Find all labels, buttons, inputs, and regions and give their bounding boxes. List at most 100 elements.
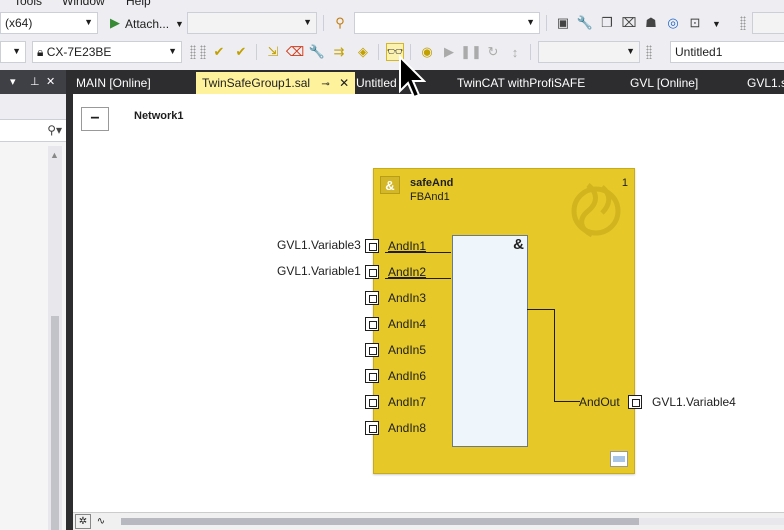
scrollbar-thumb[interactable]	[51, 316, 59, 530]
input-pin-icon[interactable]	[365, 239, 379, 253]
find-in-files-icon[interactable]: ⚲	[331, 14, 349, 32]
input-pin-label[interactable]: AndIn7	[388, 395, 426, 409]
vertical-scrollbar[interactable]: ▲	[48, 146, 62, 530]
export-icon[interactable]: ⇉	[330, 43, 348, 61]
target-icon[interactable]: ◈	[354, 43, 372, 61]
input-pin-icon[interactable]	[365, 317, 379, 331]
input-pin-label[interactable]: AndIn5	[388, 343, 426, 357]
tab-gvl1[interactable]: GVL1.s	[741, 72, 784, 94]
toolbar-separator	[378, 44, 379, 60]
toolbar-separator	[546, 15, 547, 31]
document-tab-strip: ▾ ⊥ ✕ MAIN [Online] TwinSafeGroup1.sal ⊸…	[0, 70, 784, 94]
block-instance[interactable]: FBAnd1	[410, 191, 450, 203]
chevron-down-icon[interactable]: ▼	[175, 19, 184, 29]
chevron-down-icon[interactable]: ▼	[712, 19, 721, 29]
document-combo-value: Untitled1	[675, 45, 723, 59]
search-icon[interactable]: ⚲▾	[47, 123, 62, 137]
step-icon: ▶	[444, 44, 454, 59]
input-wire	[385, 278, 451, 279]
check-all-icon[interactable]: ✔	[232, 43, 250, 61]
output-variable[interactable]: GVL1.Variable4	[652, 395, 736, 409]
safety-editor-canvas[interactable]: − Network1 & safeAnd FBAnd1 1 & GVL1.Var…	[73, 94, 784, 530]
download-icon[interactable]: ⇲	[264, 43, 282, 61]
chevron-down-icon[interactable]: ▾	[10, 75, 16, 88]
pin-icon[interactable]: ⊸	[321, 79, 329, 90]
pin-icon[interactable]: ⊥	[30, 75, 40, 88]
output-wire	[554, 401, 580, 402]
tab-label: MAIN [Online]	[76, 76, 151, 90]
menu-tools[interactable]: Tools	[14, 0, 42, 8]
close-icon[interactable]: ✕	[339, 76, 349, 90]
tab-twinsafegroup1[interactable]: TwinSafeGroup1.sal ⊸ ✕	[196, 72, 356, 94]
chevron-down-icon: ▼	[12, 46, 21, 56]
horizontal-scrollbar[interactable]	[121, 518, 784, 525]
delete-icon[interactable]: ⌫	[286, 43, 304, 61]
toolbar-grip[interactable]	[190, 45, 196, 59]
block-expand-icon[interactable]	[610, 451, 628, 467]
solution-explorer-panel: ⚲▾ ▲	[0, 94, 66, 530]
input-pin-label[interactable]: AndIn2	[388, 265, 426, 279]
toolbar-grip[interactable]	[200, 45, 206, 59]
window-icon[interactable]: ❐	[598, 14, 616, 32]
panel-splitter[interactable]	[66, 94, 73, 530]
tab-twincat-profisafe[interactable]: TwinCAT withProfiSAFE	[451, 72, 591, 94]
wave-icon[interactable]: ∿	[93, 514, 109, 529]
output-pin-label[interactable]: AndOut	[579, 395, 620, 409]
tool-window-header: ▾ ⊥ ✕	[0, 70, 66, 94]
attach-label[interactable]: Attach...	[125, 17, 169, 31]
solution-explorer-icon[interactable]: ▣	[554, 14, 572, 32]
toolbar-separator	[530, 44, 531, 60]
pause-icon: ❚❚	[460, 44, 482, 59]
search-input[interactable]: ⚲▾	[0, 120, 66, 142]
menu-help[interactable]: Help	[126, 0, 151, 8]
input-pin-icon[interactable]	[365, 369, 379, 383]
scrollbar-thumb[interactable]	[121, 518, 639, 525]
tab-untitled[interactable]: Untitled	[350, 72, 403, 94]
output-pin-icon[interactable]	[628, 395, 642, 409]
search-combo[interactable]: ▼	[354, 12, 540, 34]
input-pin-label[interactable]: AndIn4	[388, 317, 426, 331]
input-variable-andin1[interactable]: GVL1.Variable3	[277, 238, 361, 252]
wrench-icon[interactable]: 🔧	[576, 14, 594, 32]
zoom-fit-icon[interactable]: ✲	[75, 514, 91, 529]
tab-label: Untitled	[356, 76, 397, 90]
input-pin-icon[interactable]	[365, 291, 379, 305]
toolbar-combo-small[interactable]: ▼	[0, 41, 26, 63]
project-combo: ▼	[538, 41, 640, 63]
document-combo[interactable]: Untitled1	[670, 41, 784, 63]
team-icon[interactable]: ☗	[642, 14, 660, 32]
input-pin-icon[interactable]	[365, 395, 379, 409]
tab-label: GVL [Online]	[630, 76, 699, 90]
tab-main-online[interactable]: MAIN [Online]	[70, 72, 157, 94]
input-pin-label[interactable]: AndIn3	[388, 291, 426, 305]
check-icon[interactable]: ✔	[210, 43, 228, 61]
globe-icon[interactable]: ◎	[664, 14, 682, 32]
input-pin-icon[interactable]	[365, 265, 379, 279]
menu-bar: Tools Window Help	[0, 0, 784, 10]
scroll-up-icon[interactable]: ▲	[50, 150, 59, 160]
chevron-down-icon: ▼	[526, 17, 535, 27]
target-system-combo[interactable]: 🔒︎ CX-7E23BE ▼	[32, 41, 182, 63]
input-pin-icon[interactable]	[365, 421, 379, 435]
and-block-icon: &	[380, 176, 400, 194]
chevron-down-icon: ▼	[626, 46, 635, 56]
platform-value: (x64)	[5, 16, 33, 30]
terminal-icon[interactable]: ⊡	[686, 14, 704, 32]
input-pin-icon[interactable]	[365, 343, 379, 357]
wrench-icon[interactable]: 🔧	[308, 43, 326, 61]
menu-window[interactable]: Window	[62, 0, 105, 8]
input-pin-label[interactable]: AndIn8	[388, 421, 426, 435]
tab-gvl-online[interactable]: GVL [Online]	[624, 72, 704, 94]
input-variable-andin2[interactable]: GVL1.Variable1	[277, 264, 361, 278]
toolbox-icon[interactable]: ⌧	[620, 14, 638, 32]
collapse-network-button[interactable]: −	[81, 107, 109, 131]
toolbar-grip[interactable]	[646, 45, 652, 59]
toolbar-grip[interactable]	[740, 16, 746, 30]
close-icon[interactable]: ✕	[46, 75, 55, 88]
input-pin-label[interactable]: AndIn6	[388, 369, 426, 383]
play-icon[interactable]: ▶	[106, 14, 124, 32]
platform-combo[interactable]: (x64) ▼	[0, 12, 98, 34]
step-over-icon: ↕	[511, 44, 519, 60]
toolbar-separator	[256, 44, 257, 60]
input-pin-label[interactable]: AndIn1	[388, 239, 426, 253]
